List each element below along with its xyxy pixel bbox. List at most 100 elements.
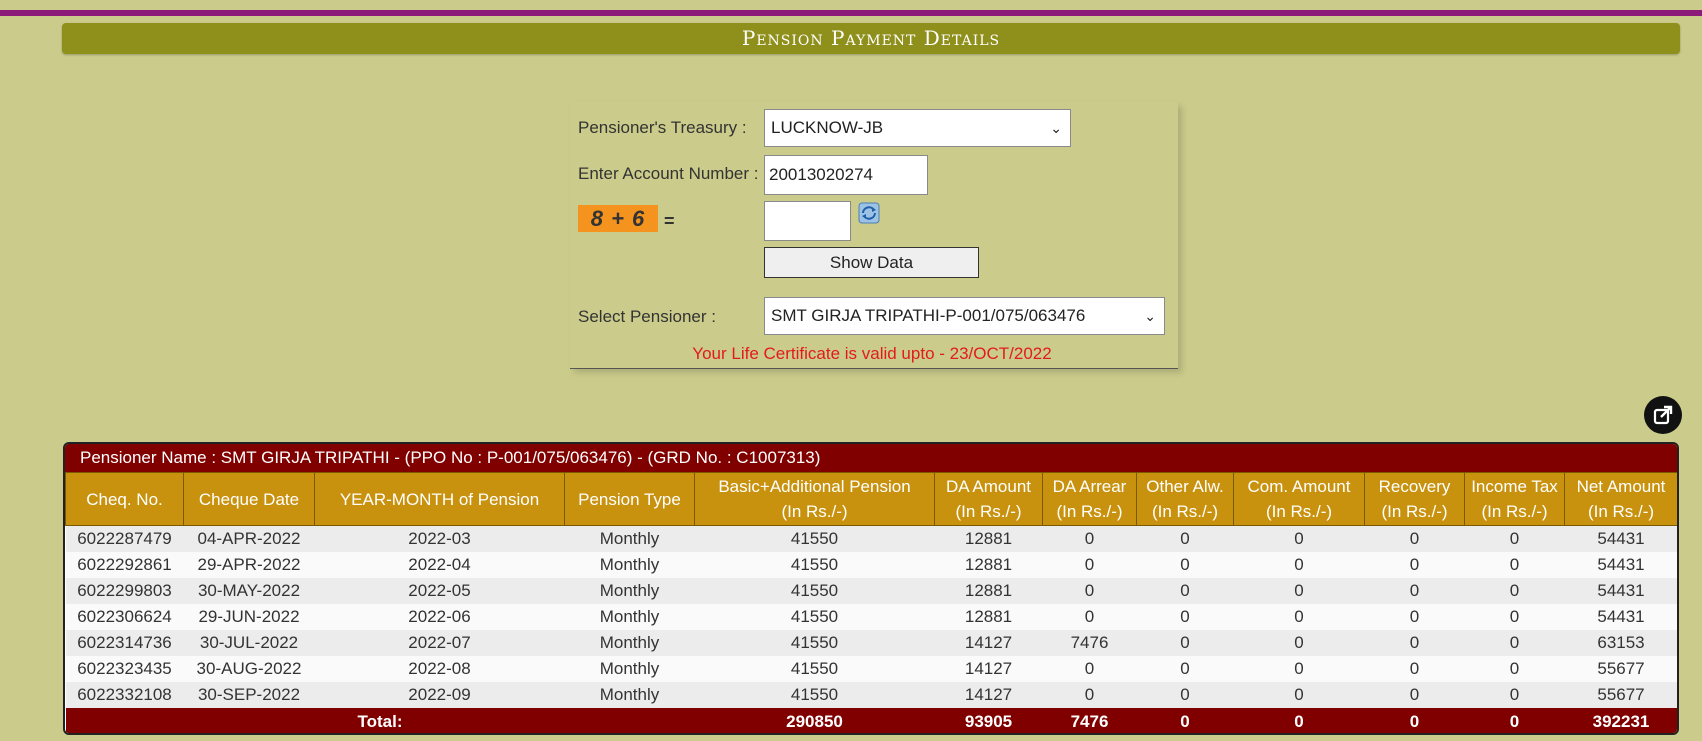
table-cell: 2022-05 [314, 578, 565, 604]
table-cell: 0 [1364, 578, 1465, 604]
table-row: 6022314736 30-JUL-2022 2022-07 Monthly 41550… [65, 630, 1677, 656]
total-cell: 0 [1136, 708, 1234, 733]
table-cell: 2022-09 [314, 682, 565, 708]
table-cell: 12881 [934, 604, 1043, 630]
table-cell: 7476 [1042, 630, 1137, 656]
column-header-text: (In Rs./-) [781, 502, 848, 521]
table-cell: 6022287479 [65, 525, 184, 552]
column-header: YEAR-MONTH of Pension [314, 472, 565, 526]
top-accent-bar [0, 10, 1702, 16]
table-cell: 0 [1464, 578, 1565, 604]
column-header-text: (In Rs./-) [1265, 502, 1333, 521]
table-cell: 0 [1136, 604, 1234, 630]
total-row: Total: 290850 93905 7476 0 0 0 0 392231 [65, 708, 1677, 733]
table-cell: 0 [1042, 552, 1137, 578]
account-number-input[interactable]: 20013020274 [764, 155, 928, 195]
column-header: Income Tax (In Rs./-) [1464, 472, 1565, 526]
column-header: Cheque Date [183, 472, 315, 526]
external-link-icon[interactable] [1644, 396, 1682, 434]
table-cell: 14127 [934, 656, 1043, 682]
column-header-text: Basic+Additional Pension [718, 477, 911, 496]
total-cell: 0 [1464, 708, 1565, 733]
table-cell: 0 [1042, 604, 1137, 630]
table-row: 6022332108 30-SEP-2022 2022-09 Monthly 41550… [65, 682, 1677, 708]
captcha-image: 8 + 6 [578, 205, 658, 232]
pensioner-select-value: SMT GIRJA TRIPATHI-P-001/075/063476 [771, 306, 1086, 325]
table-cell: 29-APR-2022 [183, 552, 315, 578]
column-header-text: Cheq. No. [86, 489, 163, 509]
column-header-text: (In Rs./-) [1381, 502, 1448, 521]
treasury-select-value: LUCKNOW-JB [771, 118, 884, 137]
table-cell: 0 [1233, 630, 1365, 656]
pensioner-info-bar: Pensioner Name : SMT GIRJA TRIPATHI - (P… [65, 444, 1677, 472]
table-cell: 0 [1136, 656, 1234, 682]
column-header-text: Income Tax [1471, 477, 1558, 496]
table-cell: 2022-08 [314, 656, 565, 682]
total-cell: 0 [1364, 708, 1465, 733]
table-cell: 0 [1233, 552, 1365, 578]
pensioner-select[interactable]: SMT GIRJA TRIPATHI-P-001/075/063476 ⌄ [764, 297, 1165, 335]
table-cell: 0 [1233, 656, 1365, 682]
table-cell: 30-JUL-2022 [183, 630, 315, 656]
table-cell: 41550 [694, 578, 935, 604]
table-cell: 2022-06 [314, 604, 565, 630]
table-cell: 0 [1042, 656, 1137, 682]
total-label: Total: [65, 708, 695, 733]
total-cell: 290850 [694, 708, 935, 733]
table-cell: 6022314736 [65, 630, 184, 656]
table-cell: 54431 [1564, 525, 1677, 552]
table-cell: 0 [1233, 525, 1365, 552]
column-header-text: Net Amount [1576, 477, 1666, 496]
total-cell: 7476 [1042, 708, 1137, 733]
table-cell: 0 [1136, 630, 1234, 656]
table-cell: 41550 [694, 656, 935, 682]
captcha-answer-input[interactable] [764, 201, 851, 241]
table-header-row: Cheq. No. Cheque Date YEAR-MONTH of Pensio… [65, 472, 1677, 526]
table-cell: 54431 [1564, 578, 1677, 604]
column-header: Pension Type [564, 472, 695, 526]
total-cell: 93905 [934, 708, 1043, 733]
column-header: Cheq. No. [65, 472, 184, 526]
table-row: 6022292861 29-APR-2022 2022-04 Monthly 41550… [65, 552, 1677, 578]
table-cell: 0 [1233, 682, 1365, 708]
table-cell: 14127 [934, 682, 1043, 708]
table-cell: 0 [1464, 525, 1565, 552]
chevron-down-icon: ⌄ [1144, 308, 1156, 324]
table-cell: 0 [1136, 552, 1234, 578]
table-cell: Monthly [564, 682, 695, 708]
table-row: 6022323435 30-AUG-2022 2022-08 Monthly 41550… [65, 656, 1677, 682]
table-cell: 2022-03 [314, 525, 565, 552]
table-cell: 0 [1136, 682, 1234, 708]
pensioner-label: Select Pensioner : [578, 307, 716, 326]
column-header: DA Amount (In Rs./-) [934, 472, 1043, 526]
table-cell: Monthly [564, 552, 695, 578]
column-header-text: (In Rs./-) [1151, 502, 1219, 521]
table-cell: 0 [1364, 630, 1465, 656]
table-cell: 6022332108 [65, 682, 184, 708]
column-header-text: (In Rs./-) [1481, 502, 1548, 521]
table-cell: Monthly [564, 525, 695, 552]
table-cell: 0 [1464, 682, 1565, 708]
table-cell: 55677 [1564, 682, 1677, 708]
column-header: Com. Amount (In Rs./-) [1233, 472, 1365, 526]
refresh-icon[interactable] [858, 202, 880, 224]
table-cell: 54431 [1564, 604, 1677, 630]
column-header: Recovery (In Rs./-) [1364, 472, 1465, 526]
table-cell: 0 [1464, 630, 1565, 656]
table-cell: 0 [1042, 525, 1137, 552]
show-data-button[interactable]: Show Data [764, 247, 979, 278]
table-cell: 12881 [934, 552, 1043, 578]
table-cell: 41550 [694, 525, 935, 552]
table-cell: 0 [1464, 656, 1565, 682]
column-header: DA Arrear (In Rs./-) [1042, 472, 1137, 526]
table-cell: 0 [1136, 525, 1234, 552]
column-header: Net Amount (In Rs./-) [1564, 472, 1677, 526]
column-header-text: Pension Type [578, 489, 681, 509]
payment-table-container: Pensioner Name : SMT GIRJA TRIPATHI - (P… [63, 442, 1679, 735]
treasury-select[interactable]: LUCKNOW-JB ⌄ [764, 109, 1071, 147]
table-cell: 0 [1136, 578, 1234, 604]
table-cell: 0 [1364, 682, 1465, 708]
table-cell: 2022-04 [314, 552, 565, 578]
table-row: 6022299803 30-MAY-2022 2022-05 Monthly 41550… [65, 578, 1677, 604]
treasury-label: Pensioner's Treasury : [578, 118, 747, 137]
